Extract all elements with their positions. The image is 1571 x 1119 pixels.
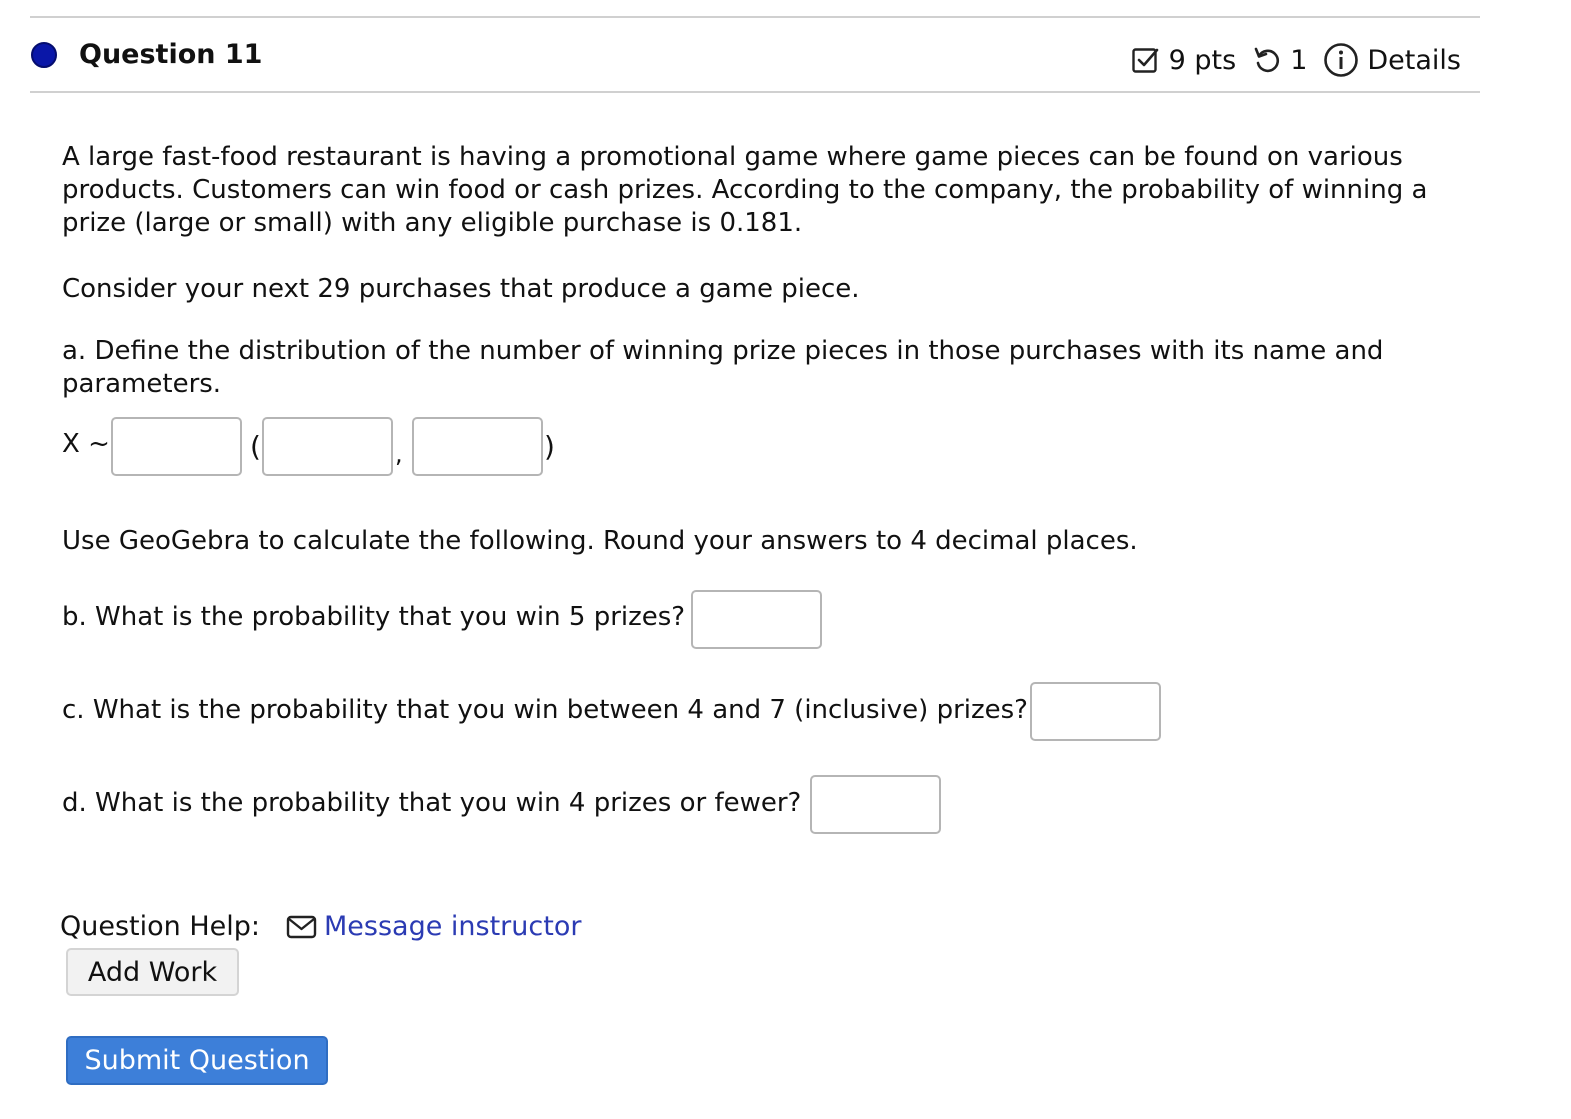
info-icon[interactable] bbox=[1323, 42, 1359, 78]
question-help: Question Help: Message instructor bbox=[60, 910, 581, 944]
comma: , bbox=[395, 440, 403, 468]
part-c-input[interactable] bbox=[1030, 682, 1161, 741]
add-work-button[interactable]: Add Work bbox=[66, 948, 239, 996]
open-paren: ( bbox=[250, 430, 261, 463]
header-bottom-divider bbox=[30, 91, 1480, 93]
points-label: 9 pts bbox=[1168, 44, 1237, 76]
part-b-input[interactable] bbox=[691, 590, 822, 649]
envelope-icon[interactable] bbox=[286, 914, 318, 940]
details-link[interactable]: Details bbox=[1367, 45, 1461, 76]
checkbox-icon bbox=[1131, 45, 1161, 75]
question-meta: 9 pts 1 Details bbox=[1131, 38, 1461, 82]
x-distribution-label: X ~ bbox=[62, 429, 110, 459]
part-a-prompt: a. Define the distribution of the number… bbox=[62, 336, 1384, 399]
part-c-prompt: c. What is the probability that you win … bbox=[62, 695, 1028, 725]
attempts-count: 1 bbox=[1290, 44, 1308, 76]
question-title: Question 11 bbox=[79, 39, 263, 70]
question-status-icon bbox=[31, 42, 57, 68]
part-d-input[interactable] bbox=[810, 775, 941, 834]
question-consider: Consider your next 29 purchases that pro… bbox=[62, 274, 860, 304]
submit-question-button[interactable]: Submit Question bbox=[66, 1036, 328, 1085]
param-2-input[interactable] bbox=[412, 417, 543, 476]
retry-icon bbox=[1252, 45, 1282, 75]
part-d-prompt: d. What is the probability that you win … bbox=[62, 788, 802, 818]
message-instructor-link[interactable]: Message instructor bbox=[324, 910, 581, 944]
part-b-prompt: b. What is the probability that you win … bbox=[62, 602, 686, 632]
question-help-label: Question Help: bbox=[60, 911, 260, 942]
param-1-input[interactable] bbox=[262, 417, 393, 476]
geogebra-instruction: Use GeoGebra to calculate the following.… bbox=[62, 526, 1138, 556]
question-intro: A large fast-food restaurant is having a… bbox=[62, 142, 1428, 238]
distribution-name-input[interactable] bbox=[111, 417, 242, 476]
header-top-divider bbox=[30, 16, 1480, 18]
close-paren: ) bbox=[544, 430, 555, 463]
